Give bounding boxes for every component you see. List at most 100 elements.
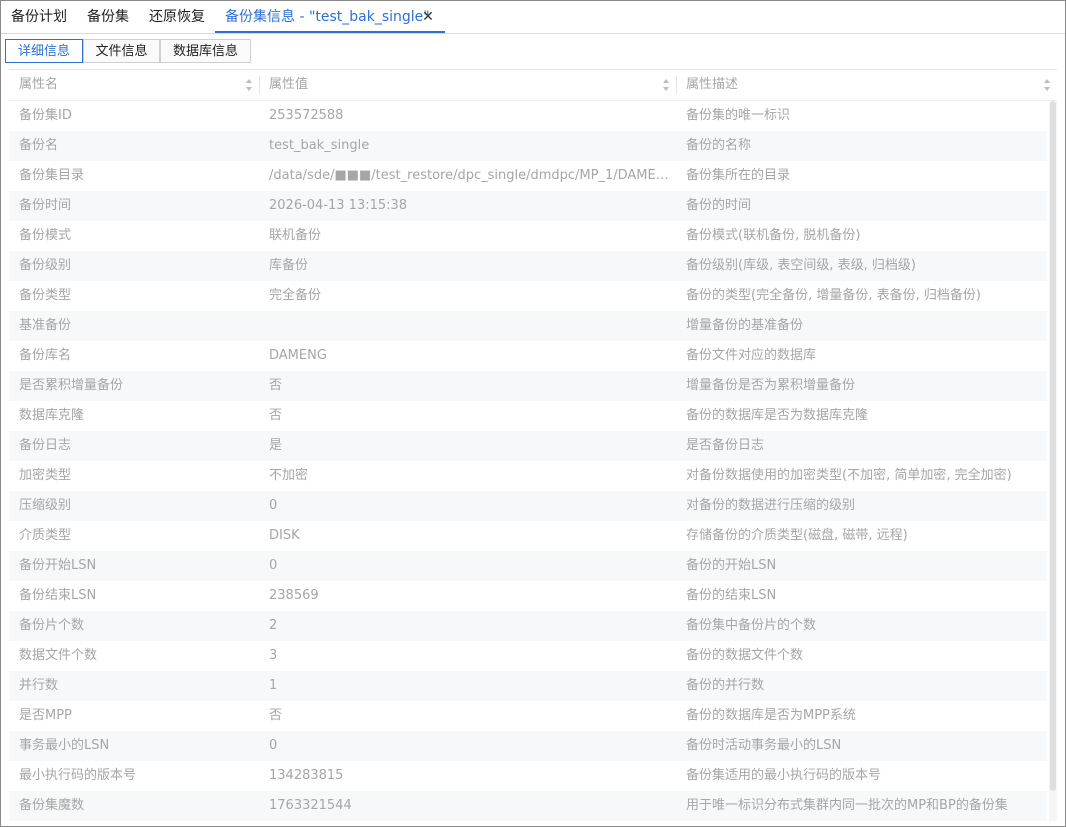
table-row[interactable]: 备份级别 库备份 备份级别(库级, 表空间级, 表级, 归档级): [9, 251, 1047, 281]
subtab-details[interactable]: 详细信息: [5, 39, 83, 63]
property-value-cell: 238569: [269, 588, 319, 603]
subtab-file-info[interactable]: 文件信息: [83, 39, 160, 63]
property-description-cell: 备份级别(库级, 表空间级, 表级, 归档级): [686, 258, 916, 273]
property-value-cell: 0: [269, 498, 278, 513]
sub-tab-bar: 详细信息 文件信息 数据库信息: [1, 34, 1065, 66]
scrollbar-thumb[interactable]: [1050, 101, 1056, 791]
table-row[interactable]: 备份片个数 2 备份集中备份片的个数: [9, 611, 1047, 641]
property-name-cell: 是否MPP: [19, 708, 72, 723]
close-icon[interactable]: ✕: [421, 1, 435, 33]
table-row[interactable]: 备份日志 是 是否备份日志: [9, 431, 1047, 461]
table-row[interactable]: 是否累积增量备份 否 增量备份是否为累积增量备份: [9, 371, 1047, 401]
property-value-cell: 3: [269, 648, 278, 663]
table-row[interactable]: 备份集魔数 1763321544 用于唯一标识分布式集群内同一批次的MP和BP的备份…: [9, 791, 1047, 821]
property-description-cell: 备份的数据文件个数: [686, 648, 804, 663]
tab-restore-recovery[interactable]: 还原恢复: [149, 1, 205, 33]
property-name-cell: 压缩级别: [19, 498, 72, 513]
column-header-value[interactable]: 属性值: [259, 70, 676, 100]
property-value-cell: 134283815: [269, 768, 344, 783]
table-row[interactable]: 备份集ID 253572588 备份集的唯一标识: [9, 101, 1047, 131]
property-description-cell: 备份的开始LSN: [686, 558, 777, 573]
property-value-cell: [259, 311, 676, 341]
property-value-cell: DISK: [269, 528, 300, 543]
property-name-cell: 数据文件个数: [19, 648, 98, 663]
property-value-cell: /data/sde/■■■/test_restore/dpc_single/dm…: [269, 168, 676, 183]
property-description-cell: 备份集所在的目录: [686, 168, 791, 183]
table-row[interactable]: 备份时间 2026-04-13 13:15:38 备份的时间: [9, 191, 1047, 221]
table-row[interactable]: 备份模式 联机备份 备份模式(联机备份, 脱机备份): [9, 221, 1047, 251]
property-description-cell: 对备份数据使用的加密类型(不加密, 简单加密, 完全加密): [686, 468, 1012, 483]
table-row[interactable]: 基准备份 增量备份的基准备份: [9, 311, 1047, 341]
table-row[interactable]: 备份结束LSN 238569 备份的结束LSN: [9, 581, 1047, 611]
table-row[interactable]: 备份库名 DAMENG 备份文件对应的数据库: [9, 341, 1047, 371]
property-value-cell: 不加密: [269, 468, 309, 483]
column-header-label: 属性名: [19, 77, 59, 92]
property-name-cell: 事务最小的LSN: [19, 738, 110, 753]
property-value-cell: 2026-04-13 13:15:38: [269, 198, 408, 213]
property-value-cell: 完全备份: [269, 288, 322, 303]
property-name-cell: 是否累积增量备份: [19, 378, 124, 393]
property-value-cell: DAMENG: [269, 348, 327, 363]
property-description-cell: 备份的数据库是否为数据库克隆: [686, 408, 869, 423]
property-description-cell: 备份文件对应的数据库: [686, 348, 817, 363]
property-value-cell: 0: [269, 558, 278, 573]
table-row[interactable]: 并行数 1 备份的并行数: [9, 671, 1047, 701]
property-description-cell: 备份的结束LSN: [686, 588, 777, 603]
column-header-name[interactable]: 属性名: [9, 70, 259, 100]
sort-icon[interactable]: [1044, 79, 1051, 91]
property-value-cell: 联机备份: [269, 228, 322, 243]
table-row[interactable]: 介质类型 DISK 存储备份的介质类型(磁盘, 磁带, 远程): [9, 521, 1047, 551]
property-value-cell: 否: [269, 708, 283, 723]
vertical-scrollbar[interactable]: [1049, 101, 1057, 821]
table-row[interactable]: 事务最小的LSN 0 备份时活动事务最小的LSN: [9, 731, 1047, 761]
property-description-cell: 备份的并行数: [686, 678, 765, 693]
property-description-cell: 备份集适用的最小执行码的版本号: [686, 768, 882, 783]
property-name-cell: 最小执行码的版本号: [19, 768, 137, 783]
subtab-database-info[interactable]: 数据库信息: [160, 39, 251, 63]
property-name-cell: 备份日志: [19, 438, 72, 453]
property-description-cell: 备份的名称: [686, 138, 752, 153]
property-description-cell: 对备份的数据进行压缩的级别: [686, 498, 856, 513]
property-value-cell: 否: [269, 378, 283, 393]
table-row[interactable]: 数据文件个数 3 备份的数据文件个数: [9, 641, 1047, 671]
property-description-cell: 增量备份是否为累积增量备份: [686, 378, 856, 393]
property-description-cell: 备份时活动事务最小的LSN: [686, 738, 842, 753]
tab-backup-set[interactable]: 备份集: [87, 1, 129, 33]
property-name-cell: 备份模式: [19, 228, 72, 243]
property-name-cell: 备份集ID: [19, 108, 72, 123]
table-row[interactable]: 最小执行码的版本号 134283815 备份集适用的最小执行码的版本号: [9, 761, 1047, 791]
table-row[interactable]: 压缩级别 0 对备份的数据进行压缩的级别: [9, 491, 1047, 521]
property-name-cell: 备份开始LSN: [19, 558, 97, 573]
column-header-description[interactable]: 属性描述: [676, 70, 1057, 100]
property-description-cell: 存储备份的介质类型(磁盘, 磁带, 远程): [686, 528, 908, 543]
property-name-cell: 备份时间: [19, 198, 72, 213]
sort-icon[interactable]: [246, 79, 253, 91]
table-row[interactable]: 数据库克隆 否 备份的数据库是否为数据库克隆: [9, 401, 1047, 431]
property-value-cell: 1: [269, 678, 278, 693]
property-name-cell: 备份结束LSN: [19, 588, 97, 603]
app-window: 备份计划 备份集 还原恢复 备份集信息 - "test_bak_single" …: [0, 0, 1066, 827]
property-value-cell: 是: [269, 438, 283, 453]
table-body: 备份集ID 253572588 备份集的唯一标识备份名 test_bak_single…: [9, 101, 1047, 821]
tab-bar: 备份计划 备份集 还原恢复 备份集信息 - "test_bak_single" …: [1, 1, 1065, 34]
property-description-cell: 备份集的唯一标识: [686, 108, 791, 123]
table-row[interactable]: 是否MPP 否 备份的数据库是否为MPP系统: [9, 701, 1047, 731]
property-description-cell: 备份模式(联机备份, 脱机备份): [686, 228, 861, 243]
table-row[interactable]: 备份名 test_bak_single 备份的名称: [9, 131, 1047, 161]
table-row[interactable]: 加密类型 不加密 对备份数据使用的加密类型(不加密, 简单加密, 完全加密): [9, 461, 1047, 491]
properties-table: 属性名 属性值 属性描述 备份集ID 253572588 备份集的唯一标识备份名 te…: [9, 69, 1057, 822]
property-description-cell: 备份的时间: [686, 198, 752, 213]
property-name-cell: 备份集魔数: [19, 798, 85, 813]
table-row[interactable]: 备份集目录/data/sde/■■■/test_restore/dpc_sing…: [9, 161, 1047, 191]
property-description-cell: 增量备份的基准备份: [686, 318, 804, 333]
tab-backup-set-info[interactable]: 备份集信息 - "test_bak_single": [225, 1, 430, 33]
property-name-cell: 数据库克隆: [19, 408, 85, 423]
property-description-cell: 备份的数据库是否为MPP系统: [686, 708, 856, 723]
table-row[interactable]: 备份类型 完全备份 备份的类型(完全备份, 增量备份, 表备份, 归档备份): [9, 281, 1047, 311]
table-row[interactable]: 备份开始LSN 0 备份的开始LSN: [9, 551, 1047, 581]
property-description-cell: 是否备份日志: [686, 438, 765, 453]
tab-backup-plan[interactable]: 备份计划: [11, 1, 67, 33]
property-description-cell: 备份的类型(完全备份, 增量备份, 表备份, 归档备份): [686, 288, 981, 303]
property-value-cell: 253572588: [269, 108, 344, 123]
sort-icon[interactable]: [663, 79, 670, 91]
